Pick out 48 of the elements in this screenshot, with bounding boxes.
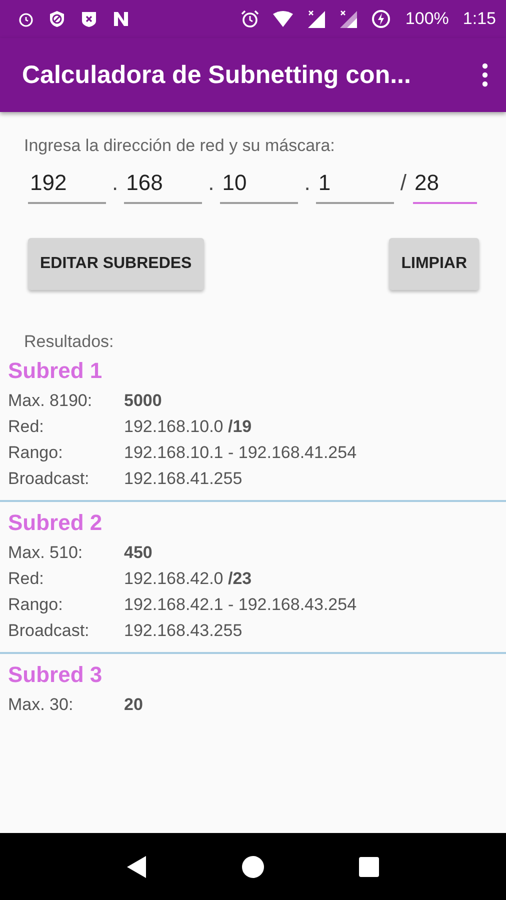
field-label: Broadcast: xyxy=(8,620,90,642)
field-label: Rango: xyxy=(8,594,64,616)
overflow-menu-icon[interactable] xyxy=(482,63,488,87)
octet-field[interactable]: 168 xyxy=(124,166,202,204)
field-label: Max. 8190: xyxy=(8,390,94,412)
mask-field[interactable]: 28 xyxy=(412,166,476,204)
field-value: 192.168.41.255 xyxy=(124,468,242,490)
separator: . xyxy=(112,170,118,197)
recents-icon[interactable] xyxy=(358,856,380,878)
field-label: Red: xyxy=(8,416,45,438)
field-value: 5000 xyxy=(124,390,162,412)
signal-icon xyxy=(307,10,326,28)
octet-field[interactable]: 192 xyxy=(28,166,106,204)
field-value: 192.168.10.1 - 192.168.41.254 xyxy=(124,442,357,464)
field-value: 192.168.42.1 - 192.168.43.254 xyxy=(124,594,357,616)
field-value: 192.168.42.0 /23 xyxy=(124,568,252,590)
subnet-title: Subred 3 xyxy=(8,662,104,688)
field-label: Broadcast: xyxy=(8,468,90,490)
field-value: 192.168.10.0 /19 xyxy=(124,416,252,438)
battery-level: 100% xyxy=(405,9,449,29)
action-button[interactable]: LIMPIAR xyxy=(389,238,479,290)
prompt-text: Ingresa la dirección de red y su máscara: xyxy=(24,136,336,156)
separator: / xyxy=(400,170,406,197)
separator: . xyxy=(304,170,310,197)
field-label: Max. 510: xyxy=(8,542,84,564)
home-icon[interactable] xyxy=(240,854,265,878)
app-title: Calculadora de Subnetting con... xyxy=(22,60,412,90)
back-icon[interactable] xyxy=(126,854,148,878)
shield-icon xyxy=(80,10,98,28)
battery-saver-icon xyxy=(371,9,392,29)
blocked-icon xyxy=(48,10,66,28)
field-value: 20 xyxy=(124,694,143,716)
results-label: Resultados: xyxy=(24,332,115,352)
field-value: 192.168.43.255 xyxy=(124,620,242,642)
field-label: Max. 30: xyxy=(8,694,74,716)
subnet-title: Subred 1 xyxy=(8,358,104,384)
clock-time: 1:15 xyxy=(462,9,496,29)
signal-icon xyxy=(339,10,358,28)
octet-field[interactable]: 1 xyxy=(316,166,394,204)
separator: . xyxy=(208,170,214,197)
subnet-title: Subred 2 xyxy=(8,510,104,536)
n-icon xyxy=(112,10,130,28)
action-button[interactable]: EDITAR SUBREDES xyxy=(28,238,204,290)
field-label: Rango: xyxy=(8,442,64,464)
octet-field[interactable]: 10 xyxy=(220,166,298,204)
field-label: Red: xyxy=(8,568,45,590)
wifi-icon xyxy=(273,11,294,27)
field-value: 450 xyxy=(124,542,152,564)
